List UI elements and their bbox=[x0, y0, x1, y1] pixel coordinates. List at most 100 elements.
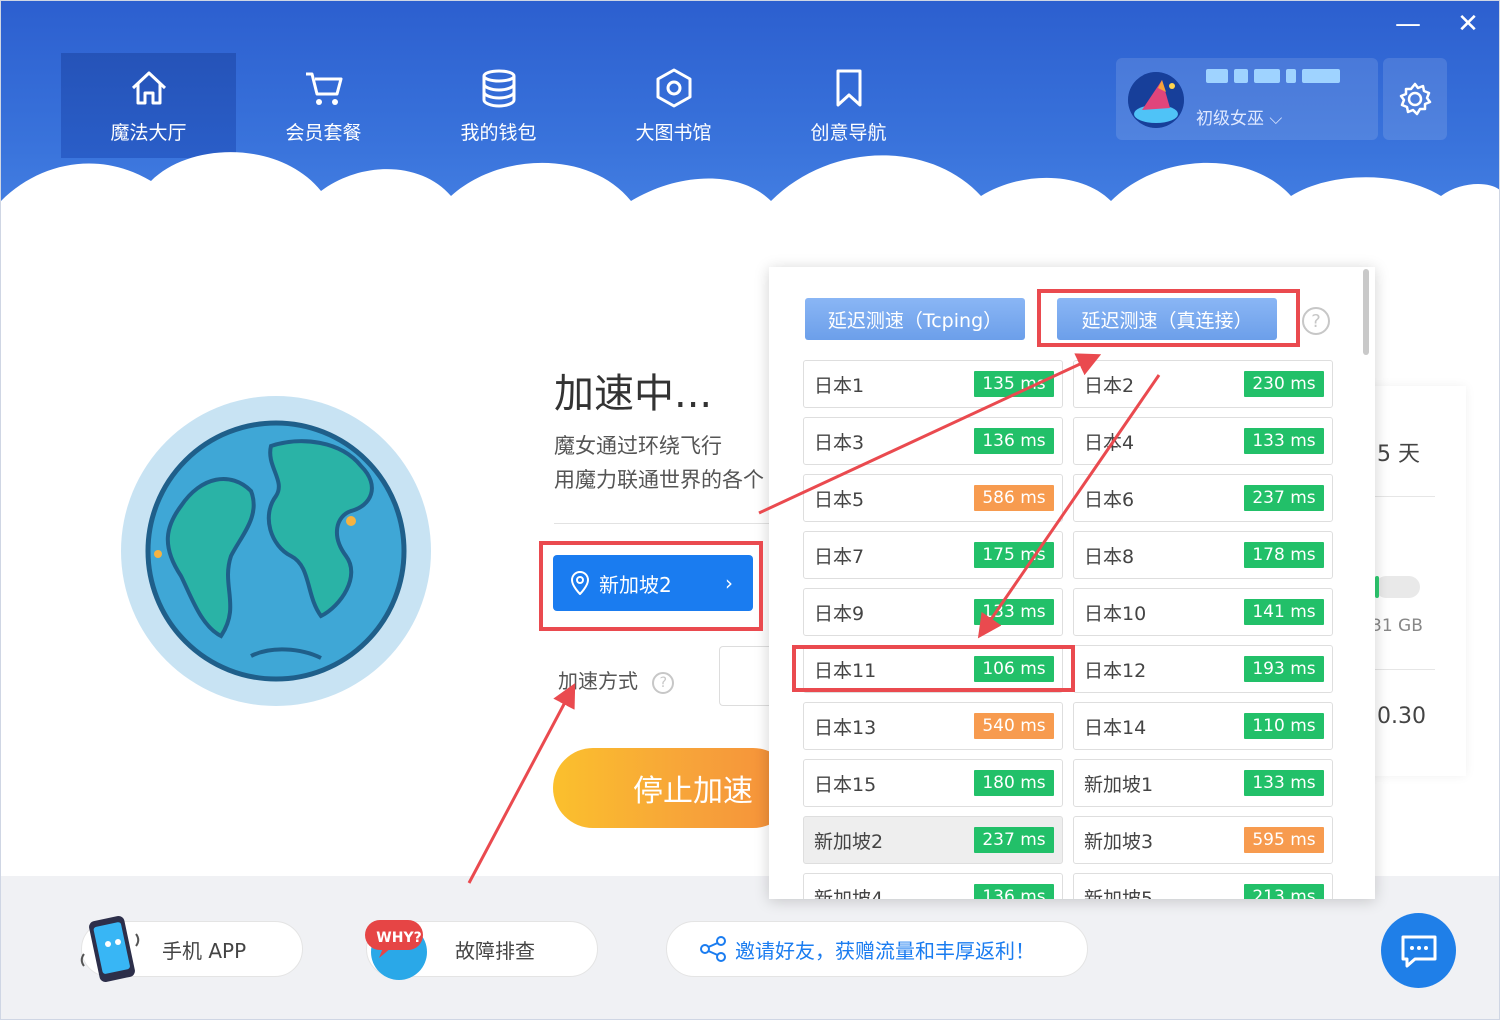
node-item[interactable]: 日本14 110 ms bbox=[1073, 702, 1333, 750]
latency-badge: 110 ms bbox=[1244, 713, 1324, 739]
days-remaining: 5 天 bbox=[1377, 442, 1420, 467]
divider bbox=[554, 523, 774, 524]
node-name: 日本11 bbox=[814, 659, 877, 682]
cart-icon bbox=[305, 72, 342, 105]
node-name: 日本15 bbox=[814, 773, 877, 796]
node-name: 新加坡5 bbox=[1084, 887, 1154, 900]
account-stats-card: 5 天 31 GB 0.30 bbox=[1361, 386, 1466, 776]
window-controls: — ✕ bbox=[1393, 9, 1483, 39]
invite-label: 邀请好友，获赠流量和丰厚返利！ bbox=[735, 938, 1035, 963]
witch-avatar-icon bbox=[1128, 72, 1184, 128]
node-name: 日本12 bbox=[1084, 659, 1147, 682]
phone-icon bbox=[80, 916, 140, 982]
node-name: 日本9 bbox=[814, 602, 865, 625]
user-profile[interactable]: 初级女巫 ⌵ bbox=[1116, 58, 1378, 140]
node-item[interactable]: 日本10 141 ms bbox=[1073, 588, 1333, 636]
traffic-progress-bar bbox=[1375, 576, 1420, 598]
mobile-app-label: 手机 APP bbox=[162, 938, 247, 963]
node-item[interactable]: 日本11 106 ms bbox=[803, 645, 1063, 693]
node-item[interactable]: 日本1 135 ms bbox=[803, 360, 1063, 408]
node-item[interactable]: 日本5 586 ms bbox=[803, 474, 1063, 522]
node-item[interactable]: 日本2 230 ms bbox=[1073, 360, 1333, 408]
latency-badge: 133 ms bbox=[1244, 428, 1324, 454]
invite-friends-button[interactable]: 邀请好友，获赠流量和丰厚返利！ bbox=[666, 921, 1088, 977]
latency-badge: 237 ms bbox=[974, 827, 1054, 853]
troubleshoot-button[interactable]: WHY? 故障排查 bbox=[365, 920, 598, 980]
node-item[interactable]: 日本6 237 ms bbox=[1073, 474, 1333, 522]
node-item[interactable]: 日本15 180 ms bbox=[803, 759, 1063, 807]
latency-badge: 106 ms bbox=[974, 656, 1054, 682]
node-name: 新加坡1 bbox=[1084, 773, 1154, 796]
close-button[interactable]: ✕ bbox=[1453, 9, 1483, 39]
latency-badge: 180 ms bbox=[974, 770, 1054, 796]
node-item[interactable]: 日本3 136 ms bbox=[803, 417, 1063, 465]
latency-badge: 141 ms bbox=[1244, 599, 1324, 625]
scrollbar[interactable] bbox=[1363, 269, 1369, 355]
node-name: 日本8 bbox=[1084, 545, 1135, 568]
latency-badge: 595 ms bbox=[1244, 827, 1324, 853]
region-select-button[interactable]: 新加坡2 › bbox=[553, 555, 753, 611]
region-label: 新加坡2 bbox=[599, 572, 672, 597]
node-item[interactable]: 日本13 540 ms bbox=[803, 702, 1063, 750]
node-name: 日本6 bbox=[1084, 488, 1135, 511]
library-icon bbox=[656, 68, 691, 108]
node-item[interactable]: 日本8 178 ms bbox=[1073, 531, 1333, 579]
latency-badge: 237 ms bbox=[1244, 485, 1324, 511]
latency-badge: 540 ms bbox=[974, 713, 1054, 739]
latency-badge: 136 ms bbox=[974, 428, 1054, 454]
wallet-icon bbox=[482, 69, 515, 108]
node-item[interactable]: 日本7 175 ms bbox=[803, 531, 1063, 579]
node-item[interactable]: 新加坡1 133 ms bbox=[1073, 759, 1333, 807]
app-window: — ✕ 魔法大厅 会员套餐 我的钱包 大图书馆 创意导航 初级女巫 ⌵ 加速中.… bbox=[0, 0, 1500, 1020]
chat-support-button[interactable] bbox=[1381, 913, 1456, 988]
node-name: 新加坡4 bbox=[814, 887, 884, 900]
node-item[interactable]: 日本9 133 ms bbox=[803, 588, 1063, 636]
accel-mode-label: 加速方式 ? bbox=[558, 665, 675, 694]
node-name: 新加坡2 bbox=[814, 830, 884, 853]
status-title: 加速中... bbox=[554, 371, 713, 417]
node-name: 日本10 bbox=[1084, 602, 1147, 625]
why-badge: WHY? bbox=[376, 930, 422, 946]
node-item[interactable]: 新加坡3 595 ms bbox=[1073, 816, 1333, 864]
node-item[interactable]: 新加坡2 237 ms bbox=[803, 816, 1063, 864]
node-name: 新加坡3 bbox=[1084, 830, 1154, 853]
minimize-button[interactable]: — bbox=[1393, 9, 1423, 39]
troubleshoot-label: 故障排查 bbox=[455, 938, 535, 963]
help-icon[interactable]: ? bbox=[652, 671, 675, 694]
tab-real-connect[interactable]: 延迟测速（真连接） bbox=[1057, 298, 1277, 340]
traffic-total: 31 GB bbox=[1371, 616, 1423, 636]
latency-badge: 178 ms bbox=[1244, 542, 1324, 568]
node-name: 日本14 bbox=[1084, 716, 1147, 739]
tab-tcping[interactable]: 延迟测速（Tcping） bbox=[805, 298, 1025, 340]
chevron-right-icon: › bbox=[725, 571, 733, 595]
node-item[interactable]: 日本12 193 ms bbox=[1073, 645, 1333, 693]
status-description: 魔女通过环绕飞行 用魔力联通世界的各个 bbox=[554, 429, 794, 497]
latency-badge: 133 ms bbox=[1244, 770, 1324, 796]
chat-icon bbox=[1401, 935, 1436, 967]
home-icon bbox=[131, 71, 166, 105]
settings-button[interactable] bbox=[1383, 58, 1447, 140]
why-icon bbox=[365, 920, 427, 980]
share-icon bbox=[700, 936, 726, 962]
latency-badge: 213 ms bbox=[1244, 884, 1324, 899]
desc-line: 魔女通过环绕飞行 bbox=[554, 434, 722, 458]
node-item[interactable]: 新加坡5 213 ms bbox=[1073, 873, 1333, 899]
globe-illustration bbox=[121, 396, 431, 706]
stop-accel-button[interactable]: 停止加速 bbox=[553, 748, 793, 828]
node-name: 日本1 bbox=[814, 374, 865, 397]
latency-badge: 193 ms bbox=[1244, 656, 1324, 682]
latency-badge: 133 ms bbox=[974, 599, 1054, 625]
node-name: 日本13 bbox=[814, 716, 877, 739]
mobile-app-button[interactable]: 手机 APP bbox=[80, 916, 303, 982]
help-icon[interactable]: ? bbox=[1302, 307, 1330, 335]
desc-line: 用魔力联通世界的各个 bbox=[554, 468, 764, 492]
node-name: 日本4 bbox=[1084, 431, 1135, 454]
node-name: 日本2 bbox=[1084, 374, 1135, 397]
latency-badge: 175 ms bbox=[974, 542, 1054, 568]
location-pin-icon bbox=[571, 571, 589, 595]
user-level-dropdown[interactable]: 初级女巫 ⌵ bbox=[1196, 104, 1282, 129]
node-item[interactable]: 新加坡4 136 ms bbox=[803, 873, 1063, 899]
node-select-popup: 延迟测速（Tcping） 延迟测速（真连接） ? 日本1 135 ms 日本2 230… bbox=[769, 267, 1375, 899]
node-item[interactable]: 日本4 133 ms bbox=[1073, 417, 1333, 465]
cloud-border bbox=[1, 152, 1499, 251]
